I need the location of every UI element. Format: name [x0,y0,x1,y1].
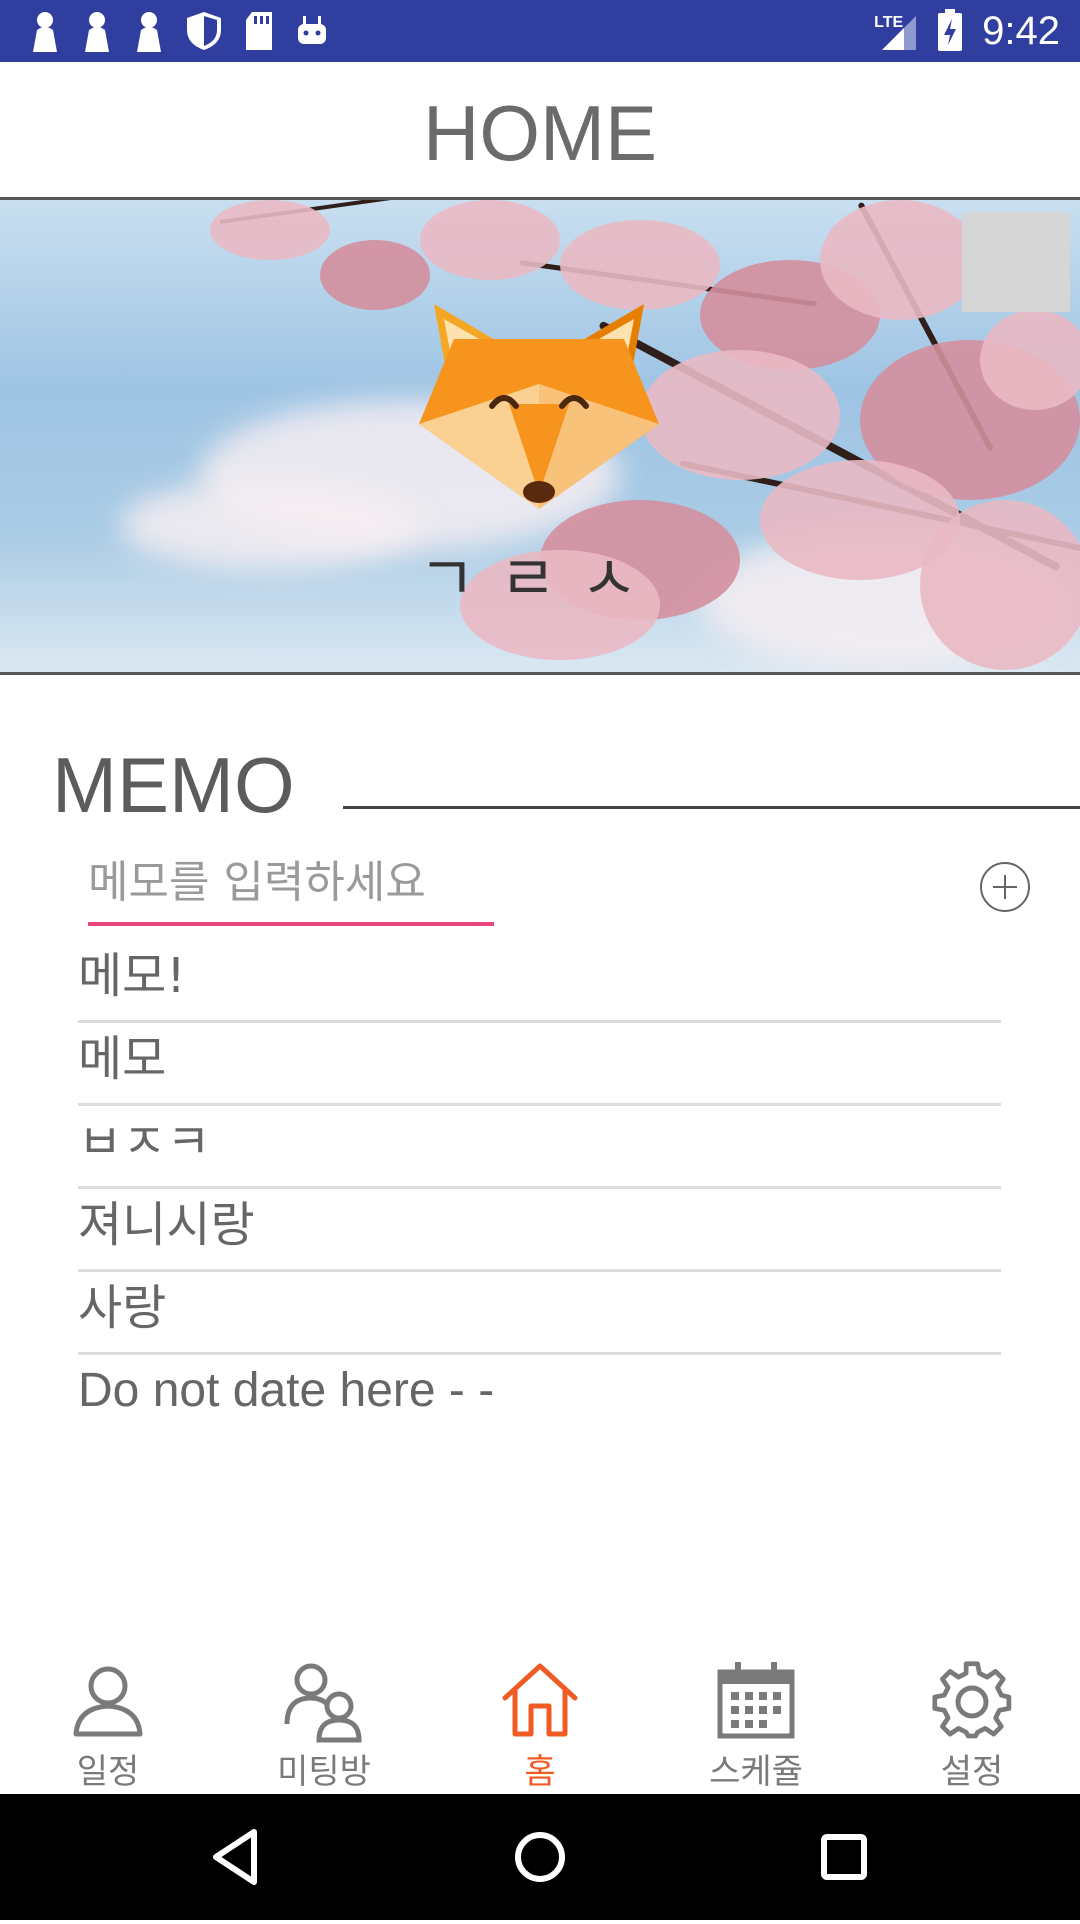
system-navigation-bar [0,1794,1080,1920]
profile-name: ㄱㄹㅅ [418,542,662,615]
memo-input[interactable] [88,850,494,914]
status-icons-left [28,8,330,54]
shield-icon [187,12,221,50]
banner-edit-button[interactable] [962,212,1070,312]
profile-banner: ㄱㄹㅅ [0,200,1080,675]
bottom-navigation: 일정 미팅방 홈 스케쥴 설정 [0,1648,1080,1794]
page-title: HOME [423,89,657,177]
memo-item[interactable]: 메모 [78,1023,1001,1106]
fox-icon [419,304,659,509]
nav-item-calendar[interactable]: 스케쥴 [648,1648,864,1794]
home-circle-icon [515,1832,565,1882]
battery-charging-icon [938,9,963,51]
home-system-button[interactable] [480,1794,600,1920]
memo-item[interactable]: 져니시랑 [78,1189,1001,1272]
signal-icon: LTE [874,8,918,54]
memo-item[interactable]: ㅂㅈㅋ [78,1106,1001,1189]
android-icon [298,16,326,44]
back-icon [213,1829,257,1885]
person-icon [137,12,161,52]
memo-input-container [88,850,494,926]
memo-list: 메모! 메모 ㅂㅈㅋ 져니시랑 사랑 Do not date here - - [78,940,1001,1435]
nav-item-schedule[interactable]: 일정 [0,1648,216,1794]
nav-label: 설정 [940,1752,1004,1792]
gear-icon [932,1661,1012,1739]
status-bar: LTE 9:42 [0,0,1080,62]
back-button[interactable] [176,1794,296,1920]
add-memo-button[interactable] [980,862,1030,912]
calendar-icon [717,1662,795,1739]
nav-item-home[interactable]: 홈 [432,1648,648,1794]
clock: 9:42 [982,8,1060,53]
nav-label: 홈 [524,1752,556,1792]
person-icon [85,12,109,52]
home-icon [502,1663,578,1737]
nav-label: 스케쥴 [709,1752,803,1792]
nav-label: 미팅방 [277,1752,371,1792]
memo-divider [343,806,1080,809]
people-icon [284,1663,362,1743]
recents-icon [821,1834,867,1880]
memo-item[interactable]: 사랑 [78,1272,1001,1355]
memo-item[interactable]: Do not date here - - [78,1355,1001,1435]
memo-title: MEMO [52,741,295,829]
nav-item-meeting-room[interactable]: 미팅방 [216,1648,432,1794]
status-icons-right: LTE 9:42 [874,0,1060,62]
app-header: HOME [0,62,1080,200]
sd-card-icon [246,12,272,50]
nav-item-settings[interactable]: 설정 [864,1648,1080,1794]
nav-label: 일정 [76,1752,140,1792]
memo-item[interactable]: 메모! [78,940,1001,1023]
person-icon [33,12,57,52]
person-icon [73,1666,143,1737]
recents-button[interactable] [784,1794,904,1920]
